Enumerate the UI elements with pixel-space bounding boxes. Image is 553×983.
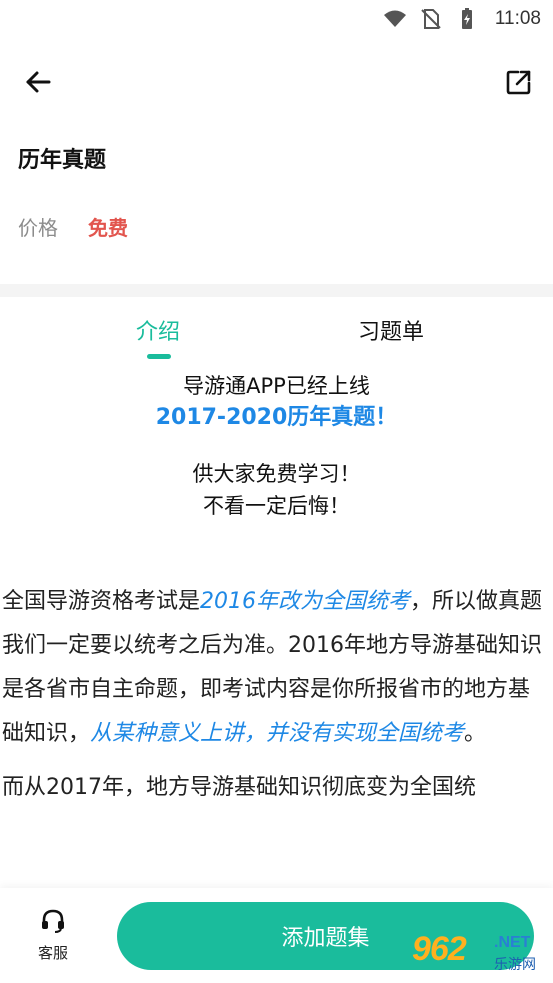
intro-line-4: 不看一定后悔！ bbox=[203, 494, 350, 518]
site-watermark: 962 .NET 乐游网 bbox=[412, 930, 550, 978]
watermark-sub: 乐游网 bbox=[494, 957, 536, 973]
intro-line-3: 供大家免费学习！ bbox=[192, 462, 361, 486]
tab-exercise-list[interactable]: 习题单 bbox=[358, 314, 424, 346]
no-sim-icon bbox=[419, 7, 443, 31]
intro-body: 全国导游资格考试是2016年改为全国统考，所以做真题我们一定要以统考之后为准。2… bbox=[0, 580, 553, 810]
back-button[interactable] bbox=[18, 62, 58, 102]
page-title: 历年真题 bbox=[18, 148, 107, 173]
top-bar bbox=[0, 50, 553, 110]
section-divider bbox=[0, 284, 553, 297]
intro-banner: 导游通APP已经上线 2017-2020历年真题！ 供大家免费学习！ 不看一定后… bbox=[0, 370, 553, 522]
share-button[interactable] bbox=[499, 62, 539, 102]
headset-icon bbox=[42, 909, 64, 933]
customer-service-label: 客服 bbox=[37, 944, 68, 962]
wifi-icon bbox=[383, 7, 407, 31]
watermark-logo: 962 bbox=[412, 930, 467, 968]
battery-icon bbox=[455, 7, 479, 31]
body-paragraph-1: 全国导游资格考试是2016年改为全国统考，所以做真题我们一定要以统考之后为准。2… bbox=[2, 580, 551, 756]
tab-bar: 介绍 习题单 bbox=[0, 300, 553, 364]
intro-line-1: 导游通APP已经上线 bbox=[183, 374, 370, 398]
body-emphasis: 2016年改为全国统考 bbox=[200, 589, 411, 614]
body-text-segment: 。 bbox=[464, 721, 487, 746]
share-icon bbox=[506, 70, 531, 95]
tab-intro[interactable]: 介绍 bbox=[136, 314, 180, 346]
body-text-segment: 全国导游资格考试是 bbox=[2, 589, 201, 614]
back-arrow-icon bbox=[26, 71, 51, 93]
body-emphasis: 从某种意义上讲，并没有实现全国统考 bbox=[90, 721, 465, 746]
status-time: 11:08 bbox=[494, 8, 541, 29]
active-tab-indicator bbox=[147, 354, 171, 359]
intro-highlight: 2017-2020历年真题！ bbox=[155, 405, 398, 430]
price-value: 免费 bbox=[88, 216, 128, 240]
body-paragraph-2: 而从2017年，地方导游基础知识彻底变为全国统 bbox=[2, 775, 476, 800]
price-row: 价格 免费 bbox=[18, 212, 128, 241]
watermark-net: .NET bbox=[494, 934, 531, 951]
price-label: 价格 bbox=[18, 216, 58, 240]
customer-service-button[interactable]: 客服 bbox=[28, 908, 78, 963]
status-bar: 11:08 bbox=[0, 0, 553, 38]
